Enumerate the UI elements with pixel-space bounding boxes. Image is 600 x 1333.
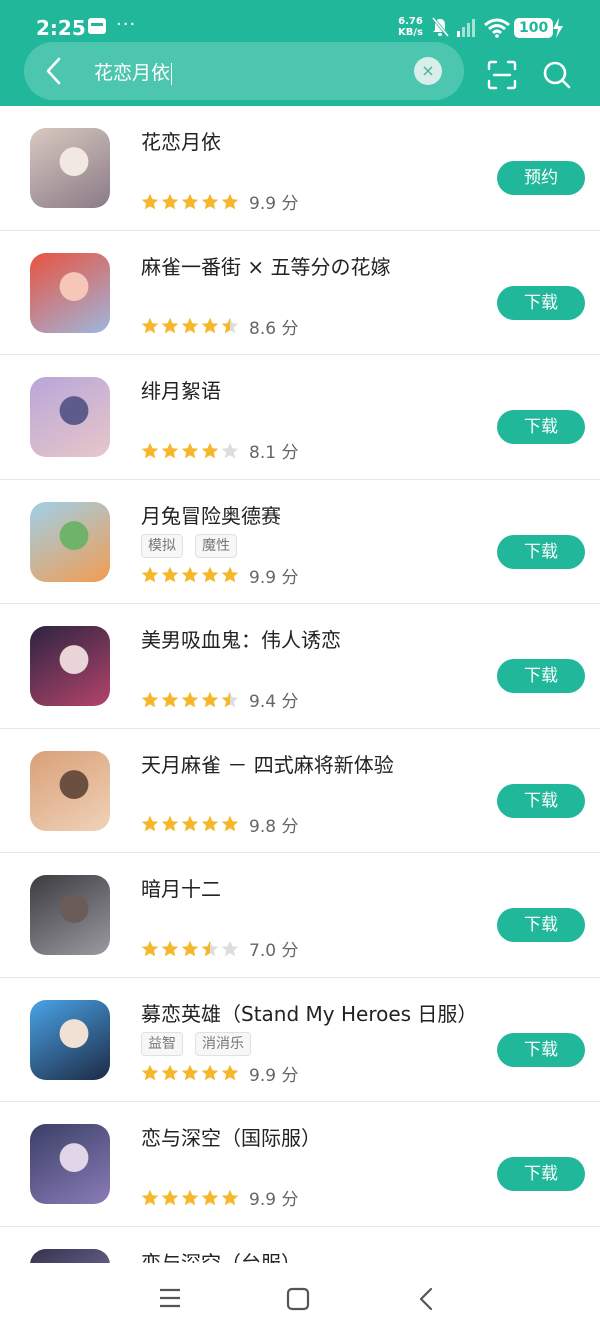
download-button[interactable]: 下载	[497, 534, 585, 569]
star-rating-icons	[141, 566, 239, 583]
app-list-item[interactable]: 月兔冒险奥德赛 模拟 魔性 9.9 分下载	[0, 480, 600, 604]
battery-level: 100	[514, 18, 554, 38]
download-button[interactable]: 下载	[497, 410, 585, 444]
signal-icon	[457, 19, 475, 37]
app-tag[interactable]: 消消乐	[195, 1031, 251, 1056]
app-rating: 7.0 分	[141, 936, 299, 961]
star-rating-icons	[141, 815, 239, 832]
download-button[interactable]: 下载	[497, 285, 585, 320]
download-button[interactable]: 下载	[497, 659, 585, 693]
app-rating: 9.8 分	[141, 812, 299, 837]
app-list-item[interactable]: 募恋英雄（Stand My Heroes 日服） 益智 消消乐 9.9 分 下载	[0, 978, 600, 1102]
app-title[interactable]: 麻雀一番街 × 五等分の花嫁	[141, 251, 390, 280]
status-time: 2:25	[36, 16, 86, 40]
app-list-item[interactable]: 绯月絮语 8.1 分 下载	[0, 355, 600, 480]
app-icon[interactable]	[30, 377, 110, 457]
app-title[interactable]: 花恋月依	[141, 126, 221, 155]
app-icon[interactable]	[30, 875, 110, 955]
home-icon[interactable]	[286, 1287, 310, 1311]
more-notifications-icon: ···	[116, 14, 137, 35]
app-list-item[interactable]: 美男吸血鬼：伟人诱恋 9.4 分 下载	[0, 604, 600, 729]
app-tag[interactable]: 益智	[141, 1031, 183, 1056]
download-button[interactable]: 下载	[497, 1032, 585, 1067]
app-score: 9.9 分	[249, 567, 299, 588]
app-icon[interactable]	[30, 999, 110, 1080]
app-score: 9.4 分	[249, 692, 299, 712]
app-rating: 9.9 分	[141, 1185, 299, 1210]
app-title[interactable]: 美男吸血鬼：伟人诱恋	[141, 624, 341, 653]
app-score: 7.0 分	[249, 941, 299, 961]
app-tags: 益智 消消乐	[141, 1031, 263, 1056]
network-speed: 6.76 KB/s	[398, 16, 423, 38]
notification-icon	[88, 18, 106, 34]
app-rating: 8.6 分	[141, 314, 299, 339]
app-score: 9.8 分	[249, 816, 299, 837]
app-icon[interactable]	[30, 750, 110, 831]
charging-icon	[553, 18, 563, 38]
download-button[interactable]: 下载	[497, 783, 585, 818]
app-icon[interactable]	[30, 1124, 110, 1204]
menu-icon[interactable]	[158, 1287, 182, 1309]
star-rating-icons	[141, 1064, 239, 1081]
app-score: 9.9 分	[249, 1190, 299, 1210]
app-rating: 9.4 分	[141, 687, 299, 712]
search-query-text: 花恋月依	[94, 62, 171, 84]
app-title[interactable]: 恋与深空（台服）	[141, 1247, 301, 1264]
star-rating-icons	[141, 193, 239, 209]
star-rating-icons	[141, 1189, 239, 1205]
star-rating-icons	[141, 691, 239, 707]
app-score: 8.6 分	[249, 318, 299, 339]
app-score: 9.9 分	[249, 194, 299, 214]
app-list-item[interactable]: 花恋月依 9.9 分 预约	[0, 106, 600, 231]
app-title[interactable]: 暗月十二	[141, 873, 221, 902]
app-title[interactable]: 绯月絮语	[141, 375, 221, 404]
search-results-list[interactable]: 花恋月依 9.9 分预约 麻雀一番街 × 五等分の花嫁 8.6 分下载 绯月絮语 8.1 …	[0, 106, 600, 1263]
mute-icon	[431, 17, 450, 37]
app-list-item[interactable]: 恋与深空（国际服） 9.9 分 下载	[0, 1102, 600, 1227]
app-title[interactable]: 月兔冒险奥德赛	[141, 500, 281, 529]
app-score: 9.9 分	[249, 1065, 299, 1086]
app-list-item[interactable]: 麻雀一番街 × 五等分の花嫁 8.6 分 下载	[0, 231, 600, 355]
back-arrow-icon[interactable]	[44, 57, 64, 85]
app-icon[interactable]	[30, 1248, 110, 1263]
app-icon[interactable]	[30, 626, 110, 706]
app-list-item[interactable]: 恋与深空（台服）	[0, 1227, 600, 1264]
app-title[interactable]: 恋与深空（国际服）	[141, 1122, 321, 1151]
app-score: 8.1 分	[249, 443, 299, 463]
star-rating-icons	[141, 317, 239, 334]
star-rating-icons	[141, 442, 239, 458]
app-title[interactable]: 天月麻雀 － 四式麻将新体验	[141, 749, 394, 778]
star-rating-icons	[141, 940, 239, 956]
download-button[interactable]: 下载	[497, 1157, 585, 1191]
app-tags: 模拟 魔性	[141, 533, 249, 558]
download-button[interactable]: 下载	[497, 908, 585, 942]
status-bar: 2:25 ··· 6.76 KB/s 100	[0, 0, 600, 40]
app-rating: 9.9 分	[141, 563, 299, 588]
scan-icon[interactable]	[487, 60, 517, 90]
app-list-item[interactable]: 天月麻雀 － 四式麻将新体验 9.8 分 下载	[0, 729, 600, 853]
app-list-item[interactable]: 暗月十二 7.0 分 下载	[0, 853, 600, 978]
reserve-button[interactable]: 预约	[497, 161, 585, 195]
back-icon[interactable]	[416, 1287, 436, 1311]
app-icon[interactable]	[30, 501, 110, 582]
app-rating: 8.1 分	[141, 438, 299, 463]
app-icon[interactable]	[30, 128, 110, 208]
clear-search-icon[interactable]: ×	[414, 57, 442, 85]
app-rating: 9.9 分	[141, 1061, 299, 1086]
search-bar[interactable]: 花恋月依 ×	[24, 42, 464, 100]
app-icon[interactable]	[30, 252, 110, 333]
search-icon[interactable]	[542, 60, 572, 90]
app-title[interactable]: 募恋英雄（Stand My Heroes 日服）	[141, 998, 477, 1027]
app-rating: 9.9 分	[141, 189, 299, 214]
search-input[interactable]: 花恋月依	[94, 58, 173, 85]
system-nav-bar	[0, 1263, 600, 1333]
text-cursor	[171, 62, 173, 85]
app-tag[interactable]: 模拟	[141, 533, 183, 558]
top-header: 2:25 ··· 6.76 KB/s 100 花恋月依 ×	[0, 0, 600, 106]
app-tag[interactable]: 魔性	[195, 533, 237, 558]
wifi-icon	[484, 18, 510, 38]
